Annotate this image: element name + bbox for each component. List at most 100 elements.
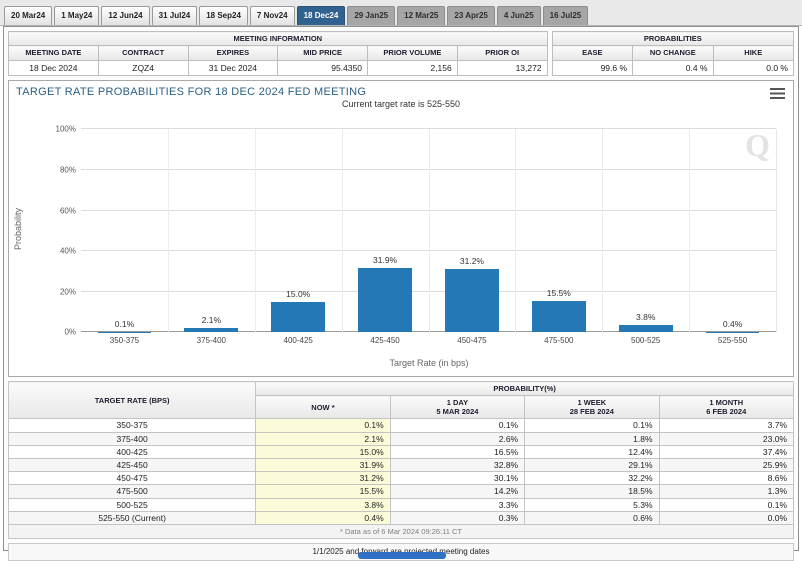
- x-tick-label: 500-525: [602, 336, 689, 345]
- column-header: MEETING DATE: [9, 46, 99, 60]
- col-header-1month-date: 6 FEB 2024: [664, 407, 789, 416]
- column-header: MID PRICE: [278, 46, 368, 60]
- x-tick-label: 450-475: [429, 336, 516, 345]
- tab-12-jun24[interactable]: 12 Jun24: [101, 6, 149, 25]
- value-cell: 13,272: [457, 60, 547, 76]
- col-header-1month-label: 1 MONTH: [664, 398, 789, 407]
- chart-header: TARGET RATE PROBABILITIES FOR 18 DEC 202…: [9, 81, 793, 99]
- 1day-cell: 16.5%: [390, 445, 524, 458]
- y-tick-label: 60%: [60, 206, 76, 215]
- data-as-of-footnote: * Data as of 6 Mar 2024 09:26:11 CT: [9, 524, 794, 538]
- 1day-cell: 2.6%: [390, 432, 524, 445]
- x-tick-label: 525-550: [689, 336, 776, 345]
- bar-500-525[interactable]: [619, 325, 673, 333]
- bar-value-label: 0.1%: [81, 319, 168, 329]
- info-row: MEETING INFORMATIONMEETING DATECONTRACTE…: [8, 31, 794, 76]
- col-header-1week-label: 1 WEEK: [529, 398, 654, 407]
- bar-425-450[interactable]: [358, 268, 412, 333]
- now-cell: 15.0%: [256, 445, 390, 458]
- bar-value-label: 15.5%: [515, 288, 602, 298]
- y-tick-label: 80%: [60, 165, 76, 174]
- x-tick-label: 475-500: [515, 336, 602, 345]
- tab-16-jul25[interactable]: 16 Jul25: [543, 6, 589, 25]
- bar-525-550[interactable]: [706, 332, 760, 333]
- 1week-cell: 5.3%: [525, 498, 659, 511]
- bar-475-500[interactable]: [532, 301, 586, 332]
- meeting-info-table: MEETING INFORMATIONMEETING DATECONTRACTE…: [8, 31, 548, 76]
- bar-value-label: 15.0%: [255, 289, 342, 299]
- tab-1-may24[interactable]: 1 May24: [54, 6, 99, 25]
- rate-cell: 375-400: [9, 432, 256, 445]
- rate-cell: 350-375: [9, 419, 256, 432]
- now-cell: 0.1%: [256, 419, 390, 432]
- 1day-cell: 0.3%: [390, 511, 524, 524]
- bar-value-label: 31.9%: [342, 255, 429, 265]
- col-header-now: NOW *: [256, 396, 390, 419]
- table-row: 475-50015.5%14.2%18.5%1.3%: [9, 485, 794, 498]
- col-header-1week-date: 28 FEB 2024: [529, 407, 654, 416]
- col-header-1week: 1 WEEK 28 FEB 2024: [525, 396, 659, 419]
- tab-7-nov24[interactable]: 7 Nov24: [250, 6, 295, 25]
- hamburger-menu-icon[interactable]: [770, 88, 785, 99]
- y-axis-title: Probability: [13, 208, 23, 250]
- table-row: 350-3750.1%0.1%0.1%3.7%: [9, 419, 794, 432]
- tab-29-jan25[interactable]: 29 Jan25: [347, 6, 395, 25]
- 1month-cell: 8.6%: [659, 472, 793, 485]
- bar-value-label: 3.8%: [602, 312, 689, 322]
- 1month-cell: 23.0%: [659, 432, 793, 445]
- 1month-cell: 0.1%: [659, 498, 793, 511]
- table-row: 400-42515.0%16.5%12.4%37.4%: [9, 445, 794, 458]
- group-header: PROBABILITIES: [552, 32, 793, 46]
- bar-slot: 31.2%450-475: [429, 129, 516, 332]
- plot-area: Q 0%20%40%60%80%100%0.1%350-3752.1%375-4…: [81, 129, 777, 332]
- rate-cell: 475-500: [9, 485, 256, 498]
- value-cell: 0.4 %: [633, 60, 713, 76]
- col-header-1month: 1 MONTH 6 FEB 2024: [659, 396, 793, 419]
- bar-375-400[interactable]: [184, 328, 238, 332]
- y-tick-label: 20%: [60, 287, 76, 296]
- probabilities-summary-table: PROBABILITIESEASENO CHANGEHIKE99.6 %0.4 …: [552, 31, 794, 76]
- tab-20-mar24[interactable]: 20 Mar24: [4, 6, 52, 25]
- x-tick-label: 350-375: [81, 336, 168, 345]
- column-header: EXPIRES: [188, 46, 278, 60]
- tab-12-mar25[interactable]: 12 Mar25: [397, 6, 445, 25]
- 1day-cell: 3.3%: [390, 498, 524, 511]
- tab-23-apr25[interactable]: 23 Apr25: [447, 6, 495, 25]
- bar-value-label: 31.2%: [429, 256, 516, 266]
- col-header-target-rate: TARGET RATE (BPS): [9, 382, 256, 419]
- 1week-cell: 29.1%: [525, 458, 659, 471]
- 1month-cell: 37.4%: [659, 445, 793, 458]
- bar-450-475[interactable]: [445, 269, 499, 332]
- probability-table: TARGET RATE (BPS) PROBABILITY(%) NOW * 1…: [8, 381, 794, 539]
- 1week-cell: 0.6%: [525, 511, 659, 524]
- probability-table-body: 350-3750.1%0.1%0.1%3.7%375-4002.1%2.6%1.…: [9, 419, 794, 525]
- 1day-cell: 14.2%: [390, 485, 524, 498]
- bar-slot: 0.1%350-375: [81, 129, 168, 332]
- fedwatch-panel: MEETING INFORMATIONMEETING DATECONTRACTE…: [3, 26, 799, 551]
- y-tick-label: 40%: [60, 247, 76, 256]
- 1month-cell: 3.7%: [659, 419, 793, 432]
- now-cell: 2.1%: [256, 432, 390, 445]
- x-tick-label: 375-400: [168, 336, 255, 345]
- col-header-1day-date: 5 MAR 2024: [395, 407, 520, 416]
- rate-cell: 400-425: [9, 445, 256, 458]
- 1month-cell: 25.9%: [659, 458, 793, 471]
- tab-4-jun25[interactable]: 4 Jun25: [497, 6, 541, 25]
- tab-18-dec24[interactable]: 18 Dec24: [297, 6, 346, 25]
- 1week-cell: 32.2%: [525, 472, 659, 485]
- y-tick-label: 100%: [56, 125, 76, 134]
- bar-400-425[interactable]: [271, 302, 325, 332]
- x-tick-label: 425-450: [342, 336, 429, 345]
- y-tick-label: 0%: [64, 328, 76, 337]
- tab-31-jul24[interactable]: 31 Jul24: [152, 6, 198, 25]
- tab-18-sep24[interactable]: 18 Sep24: [199, 6, 248, 25]
- column-header: NO CHANGE: [633, 46, 713, 60]
- now-cell: 3.8%: [256, 498, 390, 511]
- bar-value-label: 0.4%: [689, 319, 776, 329]
- rate-cell: 425-450: [9, 458, 256, 471]
- table-row: 450-47531.2%30.1%32.2%8.6%: [9, 472, 794, 485]
- 1week-cell: 0.1%: [525, 419, 659, 432]
- value-cell: 2,156: [368, 60, 458, 76]
- 1week-cell: 18.5%: [525, 485, 659, 498]
- horizontal-scrollbar-thumb[interactable]: [358, 552, 446, 559]
